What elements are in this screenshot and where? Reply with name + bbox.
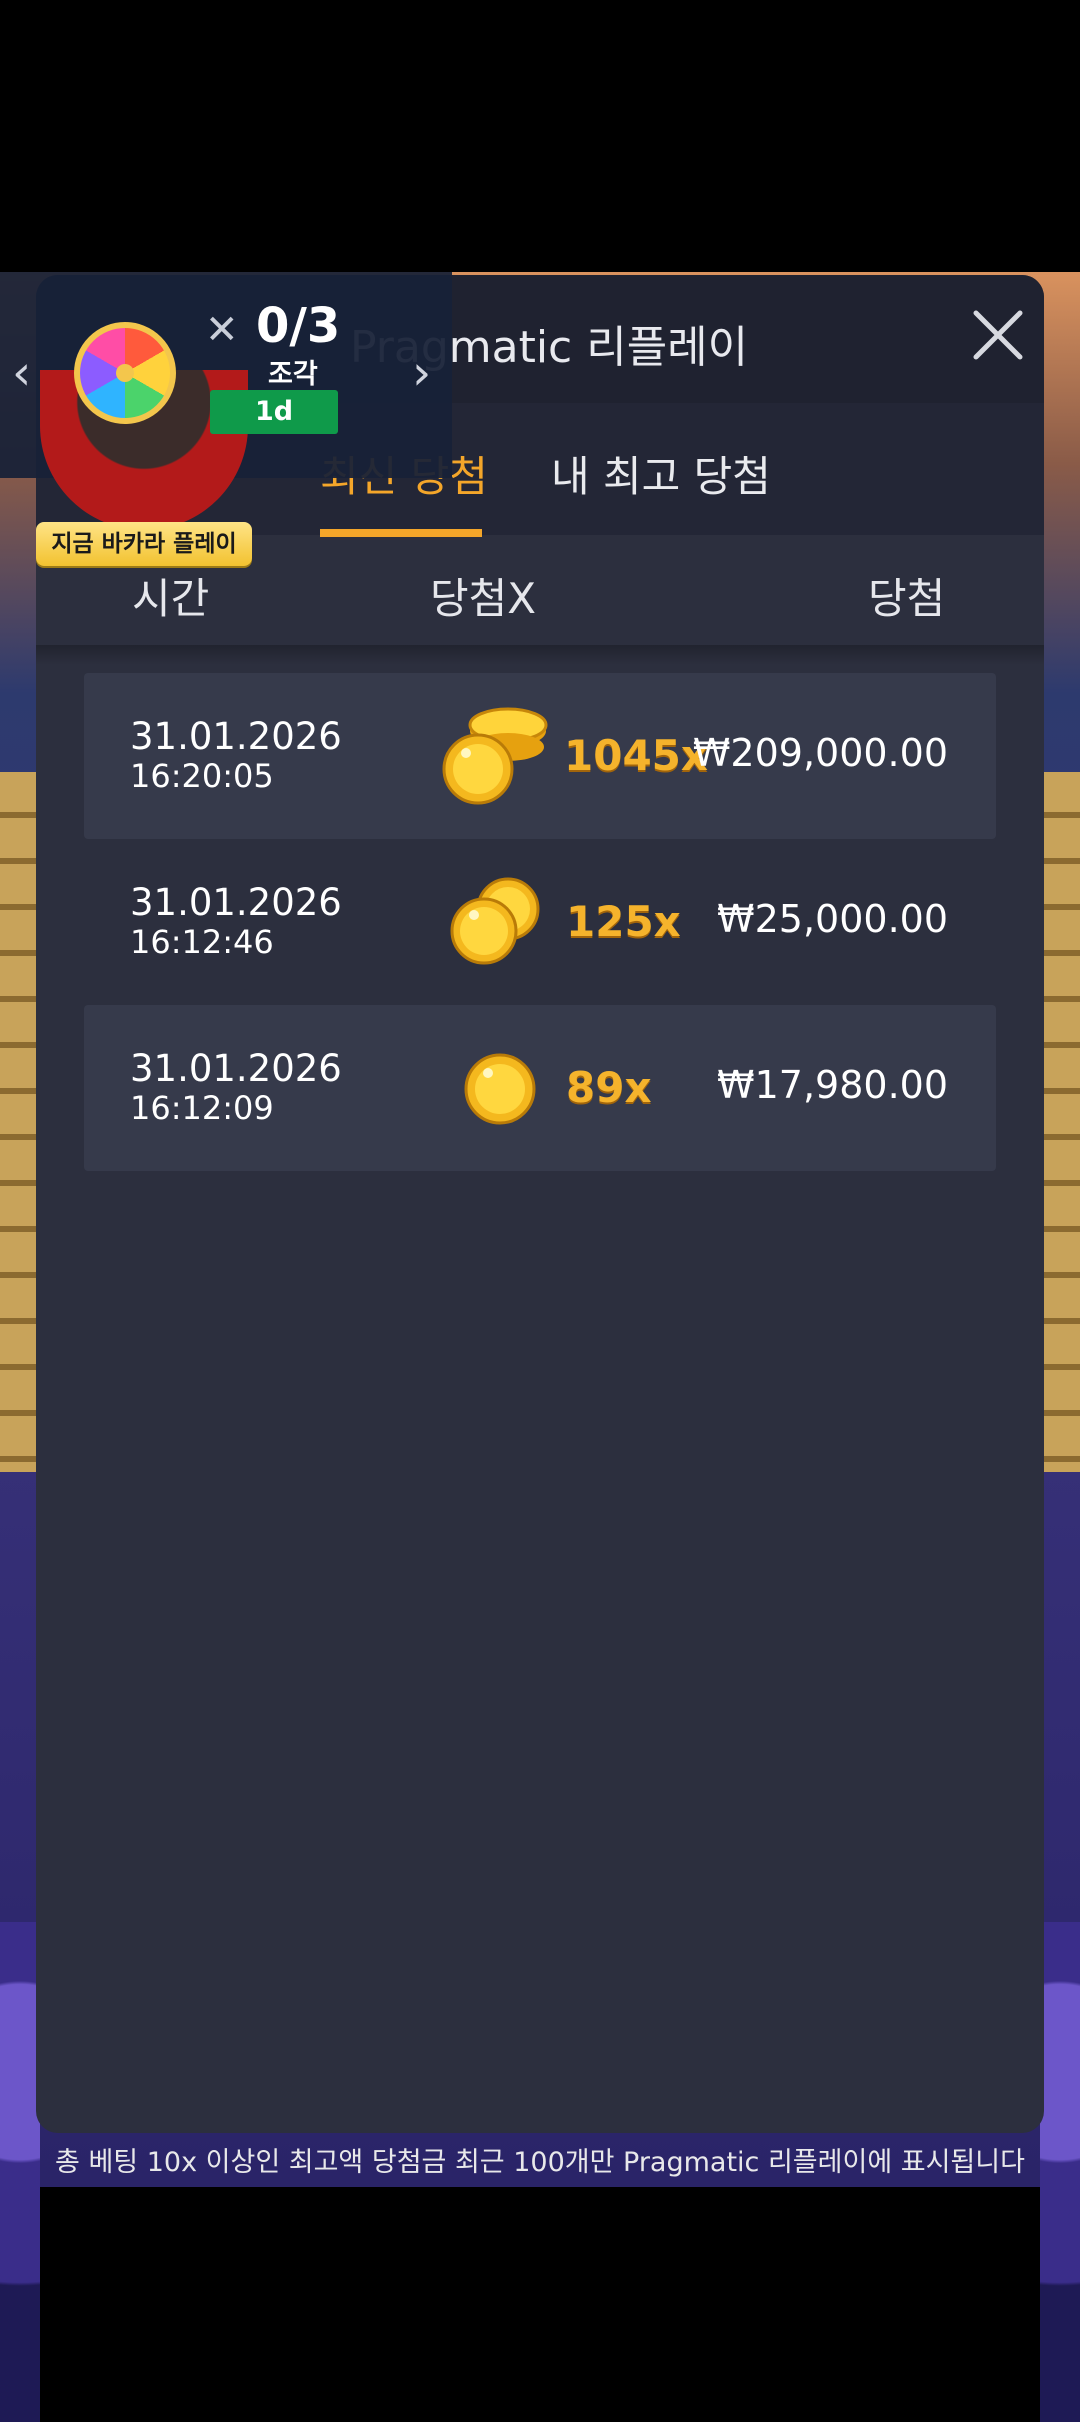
table-row[interactable]: 31.01.2026 16:12:09 89x ₩17,980.00	[84, 1005, 996, 1171]
row-time: 16:12:46	[130, 923, 274, 961]
game-reeds-left	[0, 772, 38, 1472]
pieces-progress: 0/3	[256, 298, 341, 354]
coin-single-icon	[464, 1053, 536, 1125]
play-baccarat-button[interactable]: 지금 바카라 플레이	[36, 522, 252, 566]
row-amount: ₩209,000.00	[692, 731, 948, 775]
game-reeds-right	[1042, 772, 1080, 1472]
row-date: 31.01.2026	[130, 715, 342, 758]
chevron-right-icon[interactable]: ›	[412, 345, 431, 401]
coin-stack-icon	[442, 707, 548, 805]
column-header-time: 시간	[132, 574, 210, 623]
row-date: 31.01.2026	[130, 881, 342, 924]
prize-wheel-center	[116, 364, 134, 382]
tab-my-best-wins[interactable]: 내 최고 당첨	[551, 443, 771, 504]
close-icon	[973, 310, 1023, 360]
row-amount: ₩25,000.00	[717, 897, 948, 941]
row-multiplier: 125x	[566, 897, 681, 946]
header-divider	[36, 645, 1044, 665]
column-header-multiplier: 당첨X	[430, 574, 537, 623]
row-time: 16:20:05	[130, 757, 274, 795]
table-row[interactable]: 31.01.2026 16:20:05 1045x ₩209,000.00	[84, 673, 996, 839]
row-multiplier: 1045x	[564, 731, 708, 780]
multiply-icon: ✕	[205, 307, 239, 353]
chevron-left-icon[interactable]: ‹	[12, 345, 31, 401]
promo-timer-badge: 1d	[210, 390, 338, 434]
column-header-win: 당첨	[868, 574, 946, 623]
active-tab-indicator	[320, 529, 482, 537]
table-row[interactable]: 31.01.2026 16:12:46 125x ₩25,000.00	[84, 839, 996, 1005]
row-date: 31.01.2026	[130, 1047, 342, 1090]
close-button[interactable]	[966, 303, 1030, 367]
row-time: 16:12:09	[130, 1089, 274, 1127]
coin-pair-icon	[450, 877, 540, 965]
row-multiplier: 89x	[566, 1063, 652, 1112]
row-amount: ₩17,980.00	[717, 1063, 948, 1107]
footer-note: 총 베팅 10x 이상인 최고액 당첨금 최근 100개만 Pragmatic …	[55, 2147, 1025, 2178]
pieces-label: 조각	[268, 359, 318, 390]
